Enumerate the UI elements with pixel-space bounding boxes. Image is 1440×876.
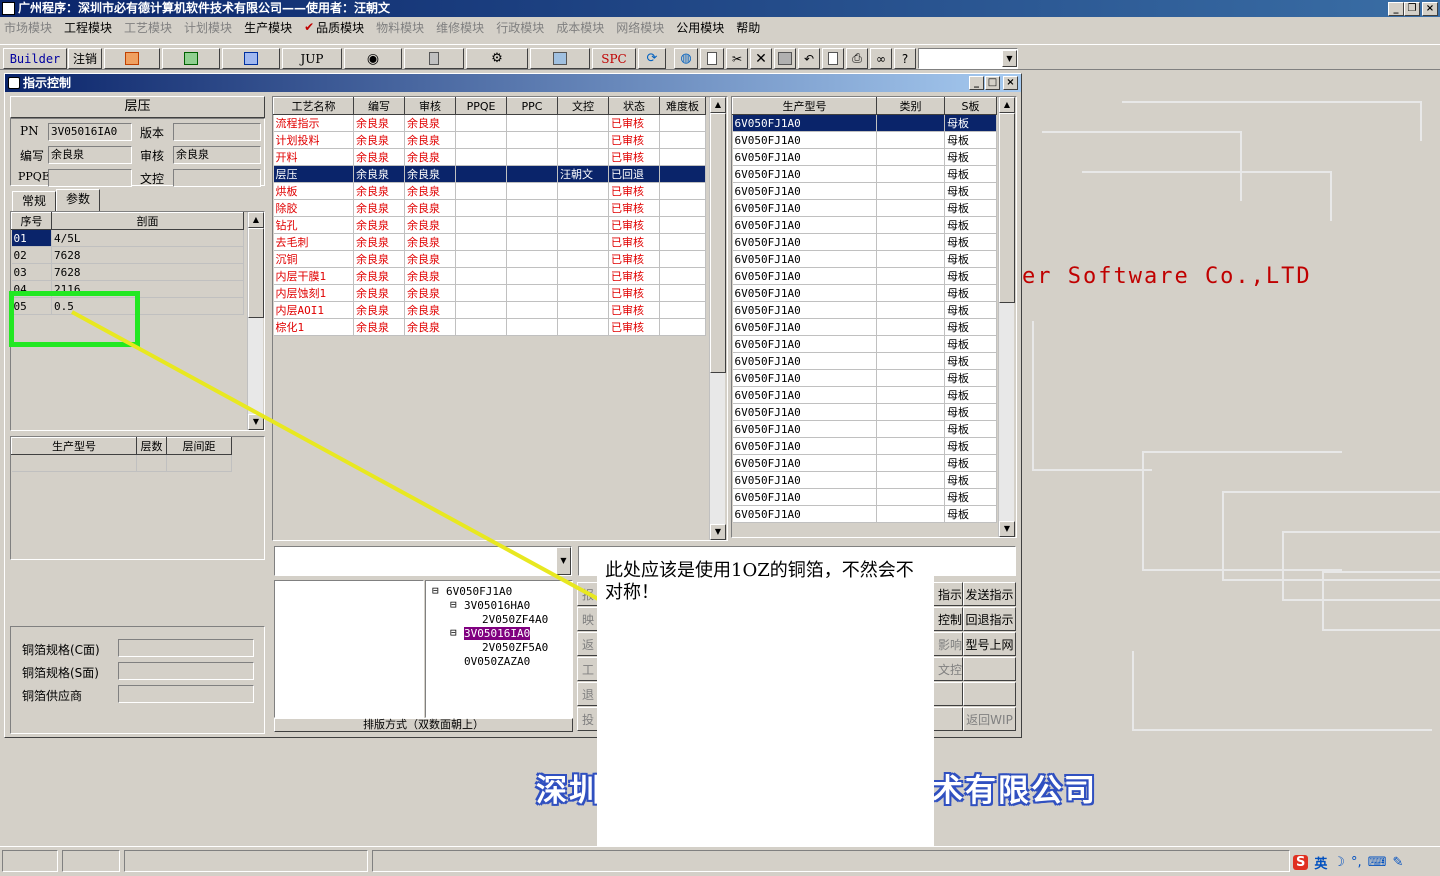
punctuation-icon[interactable]: °, (1351, 855, 1362, 870)
status-bar: S 英 ☽ °, ⌨ ✎ (0, 846, 1440, 876)
keyboard-icon[interactable]: ⌨ (1368, 855, 1387, 870)
status-pane-3 (124, 850, 368, 872)
moon-icon[interactable]: ☽ (1333, 855, 1345, 870)
status-pane-4 (372, 850, 1290, 872)
arrow-line (71, 310, 601, 602)
sogou-icon[interactable]: S (1293, 855, 1309, 870)
settings-icon[interactable]: ✎ (1392, 855, 1403, 870)
annotation-note: 此处应该是使用1OZ的铜箔，不然会不对称！ (597, 554, 934, 846)
status-pane-1 (2, 850, 58, 872)
ime-language[interactable]: 英 (1314, 853, 1327, 872)
ime-tray[interactable]: S 英 ☽ °, ⌨ ✎ (1293, 853, 1403, 872)
status-pane-2 (62, 850, 120, 872)
